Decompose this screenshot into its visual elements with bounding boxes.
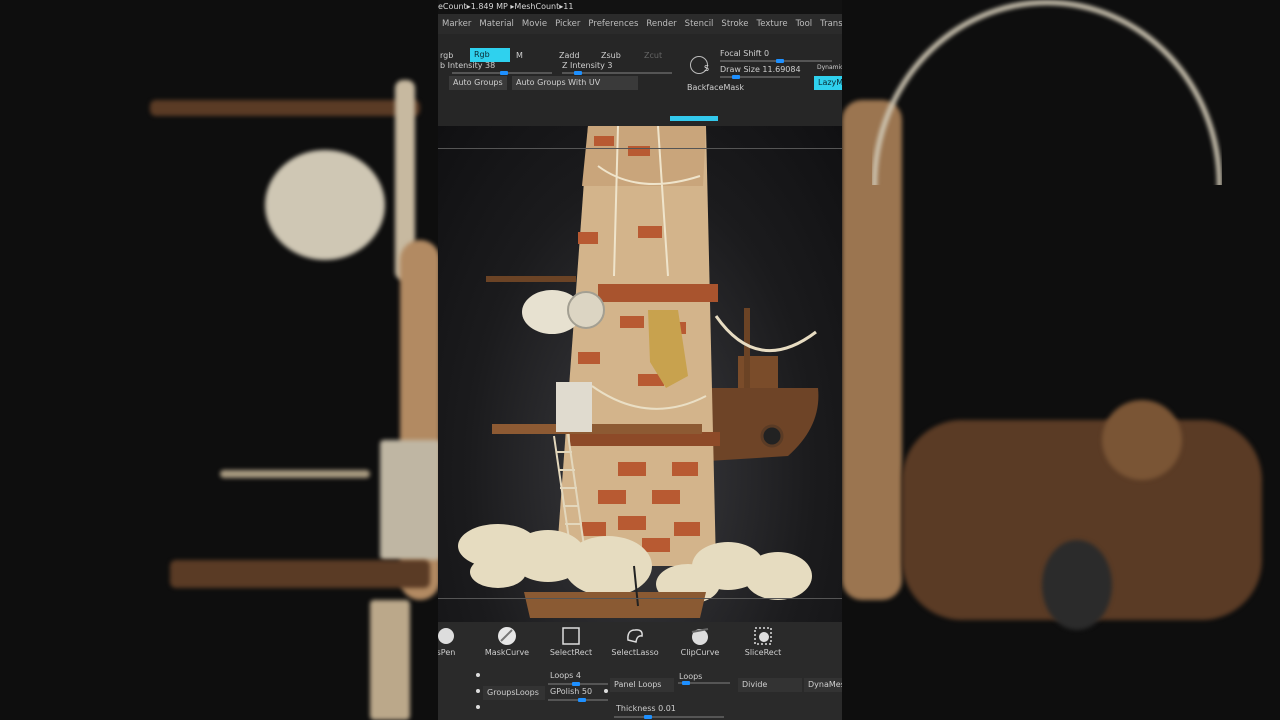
gpolish-slider[interactable] xyxy=(548,698,608,702)
tool-selectlasso[interactable]: SelectLasso xyxy=(605,626,665,657)
tool-clipcurve[interactable]: ClipCurve xyxy=(670,626,730,657)
menu-item-texture[interactable]: Texture xyxy=(753,14,792,34)
lazy-mouse-button[interactable]: LazyM xyxy=(814,76,842,90)
option-dot[interactable] xyxy=(476,705,480,709)
divide-button[interactable]: Divide xyxy=(738,678,802,692)
lighthouse-model xyxy=(458,126,819,618)
slice-rect-icon xyxy=(754,627,772,645)
sphere-brush-icon xyxy=(438,628,454,644)
backface-mask-toggle[interactable]: BackfaceMask xyxy=(687,82,744,94)
tool-label: SelectRect xyxy=(549,648,593,657)
dynamic-button[interactable]: Dynamic xyxy=(817,62,842,74)
viewport-guide-top xyxy=(438,148,842,149)
tool-selectrect[interactable]: SelectRect xyxy=(541,626,601,657)
dynamesh-button[interactable]: DynaMes xyxy=(804,678,842,692)
auto-groups-uv-button[interactable]: Auto Groups With UV xyxy=(512,76,638,90)
menu-item-render[interactable]: Render xyxy=(642,14,680,34)
viewport-guide-bottom xyxy=(438,598,842,599)
menu-item-marker[interactable]: Marker xyxy=(438,14,475,34)
progress-bar xyxy=(670,116,718,121)
menu-item-picker[interactable]: Picker xyxy=(551,14,584,34)
thickness-value[interactable]: Thickness 0.01 xyxy=(612,702,680,716)
loops-count[interactable]: Loops 4 xyxy=(546,669,585,683)
rgb-intensity-label: b Intensity 38 xyxy=(440,61,496,70)
tool-label: ClipCurve xyxy=(680,648,720,657)
menu-item-transform[interactable]: Transf xyxy=(816,14,842,34)
menu-item-material[interactable]: Material xyxy=(475,14,518,34)
z-intensity-label: Z Intensity 3 xyxy=(562,61,613,70)
status-bar: eCount▸1.849 MP ▸MeshCount▸11 xyxy=(438,0,842,14)
tool-label: MaskCurve xyxy=(484,648,530,657)
menu-item-movie[interactable]: Movie xyxy=(518,14,551,34)
rgb-intensity-slider[interactable] xyxy=(452,71,552,75)
tool-slicerect[interactable]: SliceRect xyxy=(733,626,793,657)
gpolish-value[interactable]: GPolish 50 xyxy=(546,685,596,699)
background-blur-left xyxy=(0,0,438,720)
clip-sphere-icon xyxy=(691,628,709,645)
focal-shift-slider[interactable] xyxy=(720,59,832,63)
focal-shift-label: Focal Shift 0 xyxy=(720,49,770,58)
draw-size-slider[interactable] xyxy=(720,75,800,79)
thickness-slider[interactable] xyxy=(614,715,724,719)
menu-item-preferences[interactable]: Preferences xyxy=(584,14,642,34)
panel-loops-button[interactable]: Panel Loops xyxy=(610,678,674,692)
gpolish-toggle[interactable] xyxy=(604,689,608,693)
3d-viewport[interactable] xyxy=(438,126,842,622)
option-dot[interactable] xyxy=(476,673,480,677)
top-shelf: rgb Rgb M Zadd Zsub Zcut b Intensity 38 … xyxy=(438,34,842,126)
z-intensity-slider[interactable] xyxy=(562,71,672,75)
menu-item-stroke[interactable]: Stroke xyxy=(717,14,752,34)
zcut-button[interactable]: Zcut xyxy=(644,50,662,62)
status-text: eCount▸1.849 MP ▸MeshCount▸11 xyxy=(438,2,574,11)
auto-groups-button[interactable]: Auto Groups xyxy=(449,76,507,90)
menu-item-tool[interactable]: Tool xyxy=(792,14,817,34)
groups-loops-button[interactable]: GroupsLoops xyxy=(483,686,545,700)
tool-spen[interactable]: sPen xyxy=(438,626,476,657)
app-window: eCount▸1.849 MP ▸MeshCount▸11 Marker Mat… xyxy=(438,0,842,720)
menu-bar: Marker Material Movie Picker Preferences… xyxy=(438,14,842,34)
menu-item-stencil[interactable]: Stencil xyxy=(681,14,718,34)
select-rect-icon xyxy=(562,627,580,645)
m-button[interactable]: M xyxy=(516,50,523,62)
s-icon-label: S xyxy=(704,64,710,73)
option-dot[interactable] xyxy=(476,689,480,693)
tool-label: SliceRect xyxy=(744,648,782,657)
background-blur-right xyxy=(842,0,1280,720)
panel-loops-slider[interactable] xyxy=(678,681,730,685)
tool-maskcurve[interactable]: MaskCurve xyxy=(477,626,537,657)
tool-label: SelectLasso xyxy=(611,648,659,657)
tool-label: sPen xyxy=(438,648,456,657)
select-lasso-icon xyxy=(627,629,643,643)
bottom-shelf: sPen MaskCurve SelectRect SelectLasso Cl… xyxy=(438,622,842,720)
mask-sphere-icon xyxy=(498,627,516,645)
